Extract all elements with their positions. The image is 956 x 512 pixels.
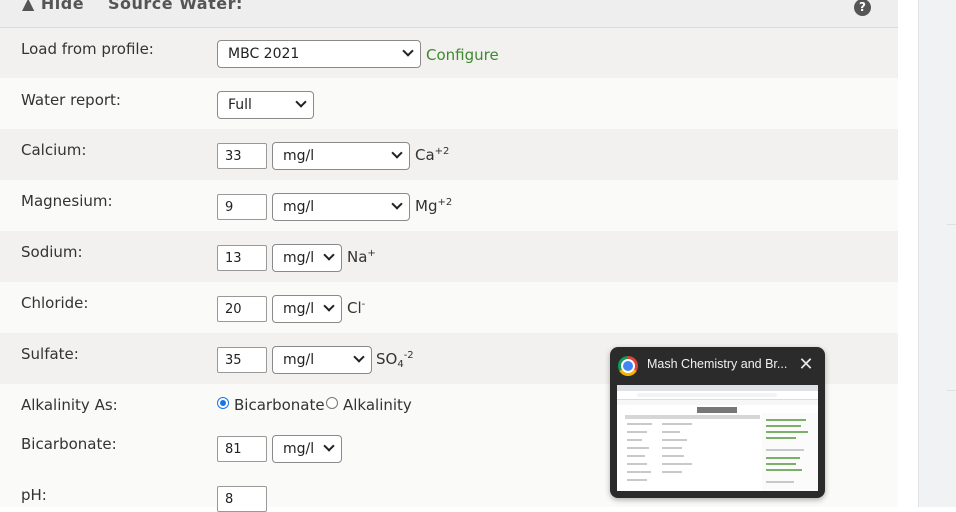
unit-select-value: mg/l	[283, 441, 315, 457]
thumbnail-line	[662, 447, 682, 449]
thumbnail-line	[662, 471, 682, 473]
water-report-select-value: Full	[228, 97, 252, 113]
thumbnail-link	[766, 469, 802, 471]
section-title: Source Water:	[108, 0, 243, 13]
taskbar-window-preview[interactable]: Mash Chemistry and Br... ✕	[610, 347, 825, 498]
calcium-symbol: Ca+2	[415, 146, 450, 164]
thumbnail-line	[662, 463, 692, 465]
thumbnail-line	[627, 439, 642, 441]
thumbnail-line	[627, 431, 647, 433]
thumbnail-sidebar	[762, 413, 818, 491]
window-thumbnail[interactable]	[617, 385, 818, 491]
magnesium-symbol: Mg+2	[415, 197, 453, 215]
profile-select[interactable]: MBC 2021	[217, 40, 421, 68]
thumbnail-line	[627, 455, 645, 457]
bicarbonate-radio[interactable]	[217, 397, 229, 409]
ion-label: Magnesium:	[21, 192, 113, 210]
sodium-symbol: Na+	[347, 248, 376, 266]
thumbnail-line	[627, 479, 647, 481]
thumbnail-link	[766, 419, 806, 421]
row-water-report: Water report: Full	[0, 78, 898, 129]
row-calcium: Calcium: 33 mg/l Ca+2	[0, 129, 898, 180]
thumbnail-line	[662, 423, 692, 425]
alkalinity-radio[interactable]	[326, 397, 338, 409]
thumbnail-link	[766, 463, 796, 465]
thumbnail-line	[627, 447, 649, 449]
ion-label: Sulfate:	[21, 345, 79, 363]
water-report-label: Water report:	[21, 91, 121, 109]
chrome-icon	[618, 356, 638, 376]
thumbnail-link	[766, 431, 808, 433]
divider	[947, 224, 956, 225]
row-load-profile: Load from profile: MBC 2021 Configure	[0, 28, 898, 78]
calcium-unit-select[interactable]: mg/l	[272, 142, 410, 170]
thumbnail-link	[766, 457, 800, 459]
alkalinity-radio-label[interactable]: Alkalinity	[343, 396, 412, 414]
chloride-unit-select[interactable]: mg/l	[272, 295, 342, 323]
ion-label: Sodium:	[21, 243, 83, 261]
chevron-down-icon	[353, 351, 365, 363]
thumbnail-line	[766, 481, 794, 483]
thumbnail-line	[766, 449, 804, 451]
ph-label: pH:	[21, 486, 47, 504]
hide-toggle[interactable]: ▲ Hide	[22, 0, 84, 13]
unit-select-value: mg/l	[283, 352, 315, 368]
bicarbonate-radio-label[interactable]: Bicarbonate	[234, 396, 325, 414]
row-chloride: Chloride: 20 mg/l Cl-	[0, 282, 898, 333]
thumbnail-line	[662, 439, 687, 441]
unit-select-value: mg/l	[283, 148, 315, 164]
configure-link[interactable]: Configure	[426, 46, 499, 64]
sodium-unit-select[interactable]: mg/l	[272, 244, 342, 272]
bicarbonate-label: Bicarbonate:	[21, 435, 117, 453]
calcium-input[interactable]: 33	[217, 143, 267, 169]
ion-label: Calcium:	[21, 141, 87, 159]
page-gutter	[898, 0, 918, 507]
chloride-input[interactable]: 20	[217, 296, 267, 322]
question-icon[interactable]: ?	[854, 0, 871, 16]
chevron-down-icon	[323, 440, 335, 452]
right-sidebar	[918, 0, 956, 507]
magnesium-input[interactable]: 9	[217, 194, 267, 220]
sodium-input[interactable]: 13	[217, 245, 267, 271]
sulfate-symbol: SO4-2	[376, 350, 414, 370]
ion-label: Chloride:	[21, 294, 89, 312]
chevron-down-icon	[323, 249, 335, 261]
chevron-down-icon	[295, 96, 307, 108]
chevron-down-icon	[391, 147, 403, 159]
row-sodium: Sodium: 13 mg/l Na+	[0, 231, 898, 282]
thumbnail-link	[766, 437, 796, 439]
thumbnail-bookmarks	[617, 400, 818, 405]
thumbnail-line	[627, 471, 651, 473]
thumbnail-link	[766, 425, 801, 427]
divider	[947, 390, 956, 391]
sulfate-unit-select[interactable]: mg/l	[272, 346, 372, 374]
chloride-symbol: Cl-	[347, 299, 366, 317]
thumbnail-line	[662, 455, 684, 457]
sulfate-input[interactable]: 35	[217, 347, 267, 373]
source-water-header: ▲ Hide Source Water: ?	[0, 0, 898, 28]
thumbnail-line	[627, 423, 652, 425]
water-report-select[interactable]: Full	[217, 91, 314, 119]
chevron-down-icon	[402, 45, 414, 57]
alkalinity-as-label: Alkalinity As:	[21, 396, 118, 414]
thumbnail-urlbar	[637, 393, 777, 397]
load-profile-label: Load from profile:	[21, 40, 154, 58]
close-icon[interactable]: ✕	[797, 356, 815, 374]
bicarbonate-input[interactable]: 81	[217, 436, 267, 462]
unit-select-value: mg/l	[283, 199, 315, 215]
ph-input[interactable]: 8	[217, 486, 267, 512]
chevron-down-icon	[391, 198, 403, 210]
chevron-down-icon	[323, 300, 335, 312]
thumbnail-line	[627, 463, 647, 465]
magnesium-unit-select[interactable]: mg/l	[272, 193, 410, 221]
bicarbonate-unit-select[interactable]: mg/l	[272, 435, 342, 463]
unit-select-value: mg/l	[283, 301, 315, 317]
thumbnail-line	[662, 431, 680, 433]
profile-select-value: MBC 2021	[228, 46, 300, 62]
thumbnail-header	[697, 407, 737, 413]
thumbnail-section	[625, 415, 760, 419]
unit-select-value: mg/l	[283, 250, 315, 266]
preview-window-title: Mash Chemistry and Br...	[647, 357, 787, 371]
row-magnesium: Magnesium: 9 mg/l Mg+2	[0, 180, 898, 231]
